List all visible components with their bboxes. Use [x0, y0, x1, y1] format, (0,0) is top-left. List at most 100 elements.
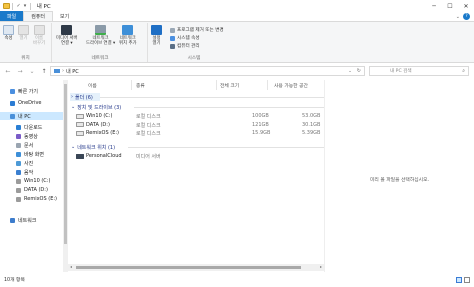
sidebar-item[interactable]: 내 PC — [0, 112, 63, 120]
drive-total: 15.9GB — [252, 130, 271, 136]
sidebar-item[interactable]: DATA (D:) — [0, 186, 63, 194]
breadcrumb[interactable]: 내 PC — [66, 68, 79, 75]
details-view-icon[interactable] — [456, 276, 462, 283]
quick-access-check-icon[interactable]: ✓ — [17, 3, 21, 9]
ribbon-group-network: 미디어 서버 연결 ▾ 네트워크 드라이브 연결 ▾ 네트워크 위치 추가 네트… — [53, 23, 148, 62]
sidebar-item-label: 문서 — [24, 142, 34, 149]
tab-file[interactable]: 파일 — [0, 11, 24, 21]
uninstall-program-button[interactable]: 프로그램 제거 또는 변경 — [170, 27, 224, 33]
properties-button[interactable]: 속성 — [3, 25, 14, 41]
chevron-down-icon: ⌄ — [71, 104, 76, 110]
open-button[interactable]: 열기 — [18, 25, 29, 41]
ribbon-expand-icon[interactable]: ⌄ — [456, 14, 460, 20]
search-input[interactable]: 내 PC 검색 ⌕ — [369, 66, 469, 76]
computer-management-button[interactable]: 컴퓨터 관리 — [170, 43, 200, 49]
system-properties-button[interactable]: 시스템 속성 — [170, 35, 200, 41]
recent-locations-button[interactable]: ⌄ — [28, 68, 36, 75]
scroll-left-icon[interactable]: ◂ — [70, 264, 72, 269]
tab-view[interactable]: 보기 — [53, 11, 76, 21]
computer-management-label: 컴퓨터 관리 — [177, 44, 200, 49]
table-row[interactable]: DATA (D:) 로컬 디스크 121GB 30.1GB — [72, 121, 324, 129]
horizontal-scrollbar[interactable]: ◂ ▸ — [68, 264, 324, 271]
group-label: 장치 및 드라이브 (3) — [77, 104, 122, 111]
sidebar-item[interactable]: RemixOS (E:) — [0, 195, 63, 203]
sidebar-item[interactable]: OneDrive — [0, 99, 63, 107]
media-server-icon — [76, 153, 84, 159]
group-header-devices[interactable]: ⌄ 장치 및 드라이브 (3) — [70, 103, 121, 111]
group-divider — [134, 107, 324, 108]
drive-type: 로컬 디스크 — [136, 122, 161, 129]
up-button[interactable]: ↑ — [40, 68, 48, 75]
sidebar-item-label: DATA (D:) — [24, 187, 48, 193]
open-icon — [18, 25, 29, 35]
forward-button[interactable]: → — [16, 68, 24, 75]
table-row[interactable]: RemixOS (E:) 로컬 디스크 15.9GB 5.39GB — [72, 129, 324, 137]
column-header: 이름 종류 전체 크기 사용 가능한 공간 — [68, 80, 324, 90]
drive-name: RemixOS (E:) — [86, 130, 119, 136]
address-dropdown-icon[interactable]: ⌄ — [348, 69, 352, 74]
rename-button[interactable]: 이름 바꾸기 — [33, 25, 45, 46]
minimize-button[interactable]: ─ — [426, 0, 442, 12]
properties-label: 속성 — [4, 36, 13, 41]
sidebar-item-label: 사진 — [24, 160, 34, 167]
sidebar-item-label: 동영상 — [24, 133, 38, 140]
drive-total: 121GB — [252, 121, 269, 128]
chevron-right-icon: › — [71, 94, 73, 100]
window-title: 내 PC — [36, 4, 51, 10]
drive-type: 로컬 디스크 — [136, 131, 161, 137]
open-settings-button[interactable]: 설정 열기 — [151, 25, 162, 46]
ribbon: 속성 열기 이름 바꾸기 위치 미디어 서버 연결 ▾ 네트워크 드라이브 연결… — [0, 22, 474, 63]
sidebar-item[interactable]: Win10 (C:) — [0, 177, 63, 185]
picture-icon — [16, 160, 21, 166]
maximize-button[interactable]: ☐ — [442, 0, 458, 12]
large-icons-view-icon[interactable] — [464, 276, 470, 283]
system-icon — [170, 35, 175, 41]
sidebar-item[interactable]: 동영상 — [0, 132, 63, 140]
network-location-name: PersonalCloud — [86, 153, 122, 159]
tab-computer[interactable]: 컴퓨터 — [23, 11, 54, 21]
column-type[interactable]: 종류 — [136, 82, 145, 89]
network-icon — [10, 217, 15, 223]
sidebar-item[interactable]: 사진 — [0, 159, 63, 167]
sidebar-item[interactable]: 빠른 가기 — [0, 87, 63, 95]
help-icon[interactable]: ? — [463, 13, 470, 20]
sidebar-item[interactable]: 바탕 화면 — [0, 150, 63, 158]
scrollbar-thumb[interactable] — [76, 266, 301, 269]
group-header-network[interactable]: ⌄ 네트워크 위치 (1) — [70, 143, 115, 151]
drive-icon — [16, 178, 21, 184]
map-network-drive-button[interactable]: 네트워크 드라이브 연결 ▾ — [86, 25, 115, 46]
media-server-label: 미디어 서버 연결 ▾ — [56, 36, 78, 46]
table-row[interactable]: Win10 (C:) 로컬 디스크 100GB 53.0GB — [72, 112, 324, 120]
open-label: 열기 — [19, 36, 28, 41]
search-icon: ⌕ — [462, 68, 465, 74]
column-divider — [216, 80, 217, 90]
sidebar-item[interactable]: 네트워크 — [0, 216, 63, 224]
sidebar-item[interactable]: 음악 — [0, 168, 63, 176]
computer-icon — [10, 113, 15, 119]
column-name[interactable]: 이름 — [88, 82, 97, 89]
group-label-location: 위치 — [21, 56, 30, 61]
media-server-button[interactable]: 미디어 서버 연결 ▾ — [56, 25, 78, 46]
computer-icon — [54, 69, 60, 73]
scrollbar-thumb[interactable] — [64, 84, 67, 244]
sidebar-item[interactable]: 문서 — [0, 141, 63, 149]
item-count: 10개 항목 — [4, 278, 25, 283]
cloud-icon — [10, 100, 15, 106]
column-divider — [131, 80, 132, 90]
quick-access-dropdown-icon[interactable]: ▾ — [24, 3, 27, 9]
group-label: 네트워크 위치 (1) — [77, 144, 116, 151]
sidebar-item[interactable]: 다운로드 — [0, 123, 63, 131]
scroll-right-icon[interactable]: ▸ — [320, 264, 322, 269]
add-network-location-button[interactable]: 네트워크 위치 추가 — [119, 25, 137, 46]
computer-management-icon — [170, 43, 175, 49]
open-settings-label: 설정 열기 — [152, 36, 161, 46]
refresh-icon[interactable]: ↻ — [357, 68, 361, 74]
column-free-space[interactable]: 사용 가능한 공간 — [274, 82, 308, 89]
group-header-folders[interactable]: › 폴더 (6) — [70, 93, 100, 101]
list-item[interactable]: PersonalCloud 미디어 서버 — [72, 152, 324, 160]
view-switcher — [454, 276, 470, 283]
address-bar[interactable]: › 내 PC ⌄ ↻ — [50, 66, 365, 76]
back-button[interactable]: ← — [4, 68, 12, 75]
column-total-size[interactable]: 전체 크기 — [220, 82, 239, 89]
close-button[interactable]: ✕ — [458, 0, 474, 12]
